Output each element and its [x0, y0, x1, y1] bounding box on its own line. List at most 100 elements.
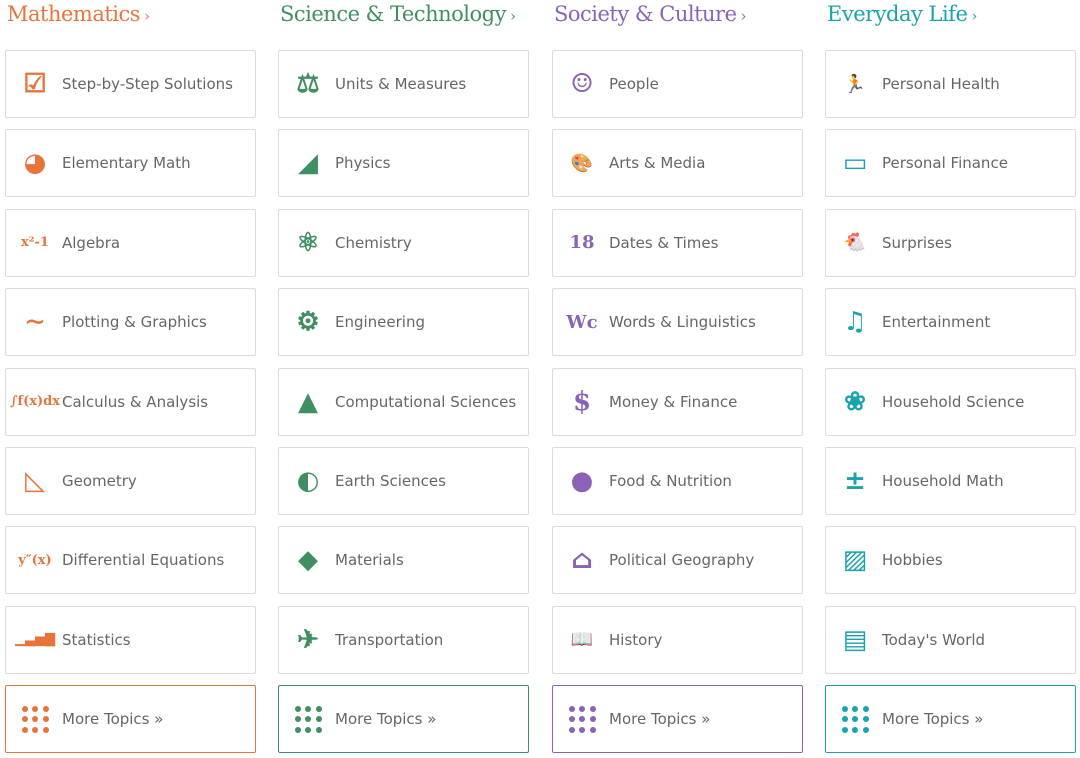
- piggy-bank-icon: $: [572, 386, 592, 417]
- category-header-everyday-life[interactable]: Everyday Life ›: [827, 2, 977, 26]
- topic-label: Computational Sciences: [335, 392, 517, 411]
- capitol-icon: ⌂: [571, 545, 593, 576]
- topic-label: Money & Finance: [609, 392, 738, 411]
- more-topics-button[interactable]: More Topics »: [278, 685, 529, 753]
- topic-label: Household Math: [882, 472, 1004, 490]
- person-portrait-icon: ☺: [570, 69, 594, 99]
- check-card-icon: ▭: [842, 148, 868, 179]
- topic-label: Transportation: [335, 630, 444, 649]
- topic-statistics[interactable]: ▁▃▅▇ Statistics: [5, 605, 256, 674]
- topic-differential-equations[interactable]: y″(x) Differential Equations: [5, 526, 256, 595]
- pie-chart-icon: ◕: [23, 148, 47, 179]
- topic-label: Arts & Media: [609, 154, 706, 173]
- more-topics-label: More Topics »: [62, 710, 164, 728]
- category-title: Mathematics: [7, 2, 141, 26]
- topic-algebra[interactable]: x²-1 Algebra: [5, 208, 256, 277]
- topic-history[interactable]: 📖 History: [552, 605, 803, 674]
- topic-earth-sciences[interactable]: ◐ Earth Sciences: [278, 447, 529, 515]
- grid-dots-icon: [290, 701, 326, 737]
- topic-materials[interactable]: ◆ Materials: [278, 526, 529, 595]
- topic-household-science[interactable]: ❀ Household Science: [825, 367, 1076, 436]
- bar-chart-icon: ▁▃▅▇: [15, 632, 55, 648]
- topic-food-nutrition[interactable]: ● Food & Nutrition: [552, 447, 803, 515]
- chevron-right-icon: ›: [144, 7, 150, 25]
- topic-label: Political Geography: [609, 551, 755, 570]
- topic-people[interactable]: ☺ People: [552, 50, 803, 118]
- more-topics-button[interactable]: More Topics »: [552, 685, 803, 753]
- more-topics-button[interactable]: More Topics »: [825, 685, 1076, 753]
- weight-thermometer-icon: ⚖: [296, 69, 320, 99]
- diamond-icon: ◆: [298, 545, 318, 576]
- topic-label: Dates & Times: [609, 233, 719, 252]
- topic-label: Today's World: [882, 630, 986, 649]
- topic-today-s-world[interactable]: ▤ Today's World: [825, 605, 1076, 674]
- topic-label: Geometry: [62, 472, 137, 490]
- music-staff-icon: ♫: [843, 307, 867, 338]
- topic-label: Materials: [335, 551, 404, 570]
- topic-words-linguistics[interactable]: Wc Words & Linguistics: [552, 288, 803, 357]
- more-topics-button[interactable]: More Topics »: [5, 685, 256, 753]
- triangle-pattern-icon: ▲: [298, 386, 318, 417]
- grapes-icon: ❀: [844, 386, 866, 417]
- gears-icon: ⚙: [296, 307, 320, 338]
- topic-label: Household Science: [882, 392, 1025, 411]
- topic-label: History: [609, 630, 663, 649]
- chevron-right-icon: ›: [740, 7, 747, 25]
- more-topics-label: More Topics »: [882, 710, 984, 728]
- topic-label: Surprises: [882, 233, 952, 252]
- topic-computational-sciences[interactable]: ▲ Computational Sciences: [278, 367, 529, 436]
- letters-icon: Wc: [566, 311, 598, 333]
- calendar-icon: 18: [569, 232, 595, 254]
- topic-label: Engineering: [335, 313, 425, 332]
- grid-dots-icon: [17, 701, 53, 737]
- topic-label: Entertainment: [882, 313, 991, 332]
- topic-political-geography[interactable]: ⌂ Political Geography: [552, 526, 803, 595]
- topic-label: People: [609, 75, 659, 93]
- topic-hobbies[interactable]: ▨ Hobbies: [825, 526, 1076, 595]
- category-header-mathematics[interactable]: Mathematics ›: [7, 2, 150, 26]
- physics-incline-icon: ◢: [298, 148, 318, 179]
- topic-geometry[interactable]: ◺ Geometry: [5, 447, 256, 515]
- topic-label: Plotting & Graphics: [62, 313, 207, 332]
- topic-physics[interactable]: ◢ Physics: [278, 129, 529, 198]
- apple-icon: ●: [570, 466, 594, 496]
- topic-dates-times[interactable]: 18 Dates & Times: [552, 208, 803, 277]
- category-header-science-technology[interactable]: Science & Technology ›: [280, 2, 516, 26]
- topic-label: Food & Nutrition: [609, 472, 732, 490]
- category-header-society-culture[interactable]: Society & Culture ›: [554, 2, 746, 26]
- topic-engineering[interactable]: ⚙ Engineering: [278, 288, 529, 357]
- topic-calculus-analysis[interactable]: ∫f(x)dx Calculus & Analysis: [5, 367, 256, 436]
- topic-label: Physics: [335, 154, 391, 173]
- triangle-icon: ◺: [25, 466, 45, 496]
- topic-label: Personal Finance: [882, 154, 1008, 173]
- chevron-right-icon: ›: [971, 7, 977, 25]
- topic-label: Calculus & Analysis: [62, 392, 209, 411]
- x-squared-icon: x²-1: [21, 235, 49, 251]
- topic-money-finance[interactable]: $ Money & Finance: [552, 367, 803, 436]
- topic-label: Personal Health: [882, 75, 1000, 93]
- category-title: Society & Culture: [554, 2, 737, 26]
- book-icon: 📖: [570, 629, 594, 651]
- more-topics-label: More Topics »: [335, 710, 437, 728]
- topic-arts-media[interactable]: 🎨 Arts & Media: [552, 129, 803, 198]
- calculator-icon: ±: [844, 466, 866, 496]
- topic-plotting-graphics[interactable]: ∼ Plotting & Graphics: [5, 288, 256, 357]
- topic-elementary-math[interactable]: ◕ Elementary Math: [5, 129, 256, 198]
- topic-personal-health[interactable]: 🏃 Personal Health: [825, 50, 1076, 118]
- topic-chemistry[interactable]: ⚛ Chemistry: [278, 208, 529, 277]
- topic-surprises[interactable]: 🐔 Surprises: [825, 208, 1076, 277]
- topic-transportation[interactable]: ✈ Transportation: [278, 605, 529, 674]
- topic-household-math[interactable]: ± Household Math: [825, 447, 1076, 515]
- topic-entertainment[interactable]: ♫ Entertainment: [825, 288, 1076, 357]
- topic-label: Hobbies: [882, 551, 943, 570]
- topic-personal-finance[interactable]: ▭ Personal Finance: [825, 129, 1076, 198]
- category-title: Science & Technology: [280, 2, 506, 26]
- topic-units-measures[interactable]: ⚖ Units & Measures: [278, 50, 529, 118]
- topic-label: Differential Equations: [62, 551, 225, 570]
- topic-label: Earth Sciences: [335, 472, 446, 490]
- palette-icon: 🎨: [570, 152, 594, 174]
- topic-label: Chemistry: [335, 233, 412, 252]
- topic-label: Elementary Math: [62, 154, 191, 173]
- topic-step-by-step-solutions[interactable]: ☑ Step-by-Step Solutions: [5, 50, 256, 118]
- chevron-right-icon: ›: [509, 7, 516, 25]
